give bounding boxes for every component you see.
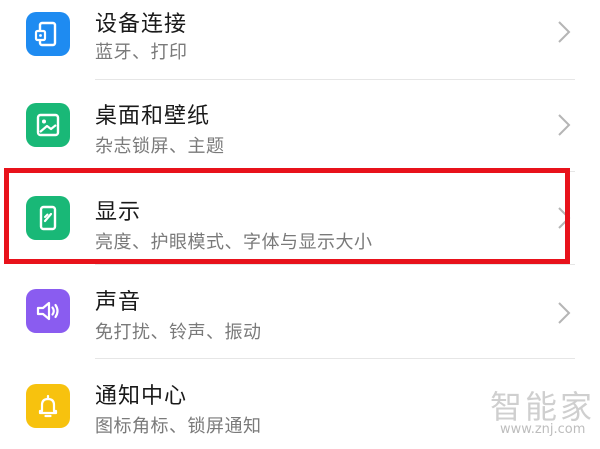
highlight-box [4, 168, 570, 264]
settings-item-subtitle: 图标角标、锁屏通知 [95, 416, 262, 437]
watermark-url: www.znj.com [500, 422, 586, 437]
settings-item-device-connection[interactable]: 设备连接 蓝牙、打印 [0, 0, 600, 78]
settings-item-title: 声音 [95, 290, 142, 315]
settings-item-wallpaper[interactable]: 桌面和壁纸 杂志锁屏、主题 [0, 80, 600, 172]
settings-item-subtitle: 免打扰、铃声、振动 [95, 322, 262, 343]
chevron-right-icon [558, 302, 571, 324]
device-connection-icon [26, 12, 70, 56]
settings-item-title: 通知中心 [95, 384, 188, 409]
settings-screen: 设备连接 蓝牙、打印 桌面和壁纸 杂志锁屏、主题 显示 亮度、护眼模式、字体与显… [0, 0, 600, 449]
settings-item-subtitle: 蓝牙、打印 [95, 42, 188, 63]
divider [95, 264, 575, 265]
watermark: 智能家 www.znj.com [486, 382, 594, 442]
chevron-right-icon [558, 21, 571, 43]
sound-icon [26, 289, 70, 333]
wallpaper-icon [26, 103, 70, 147]
settings-item-title: 桌面和壁纸 [95, 104, 211, 129]
divider [95, 358, 575, 359]
bell-icon [26, 384, 70, 428]
settings-item-sound[interactable]: 声音 免打扰、铃声、振动 [0, 266, 600, 358]
settings-item-title: 设备连接 [95, 12, 188, 37]
settings-item-subtitle: 杂志锁屏、主题 [95, 136, 225, 157]
chevron-right-icon [558, 114, 571, 136]
